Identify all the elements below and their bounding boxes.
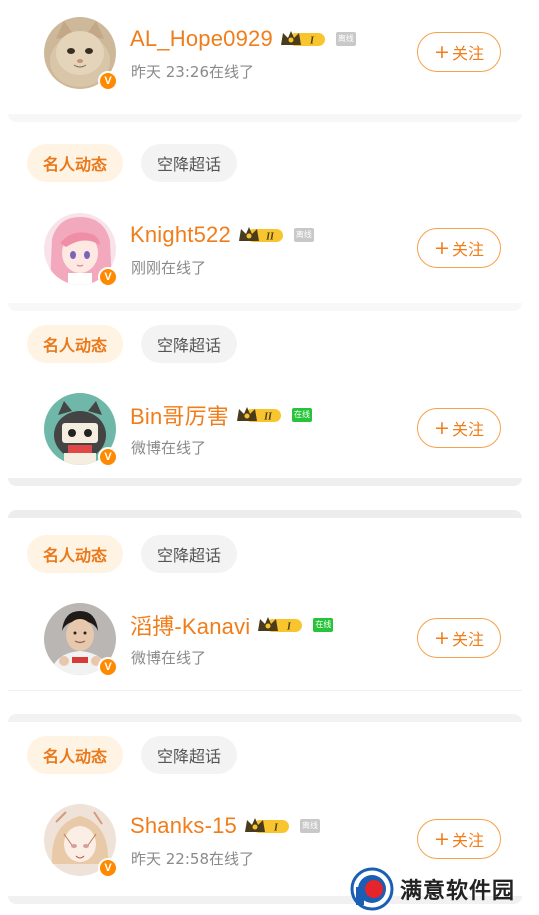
status-badge: 离线 [293,228,314,242]
follow-button[interactable]: + 关注 [417,32,501,72]
app-logo-icon [350,867,394,911]
last-seen-text: 昨天 23:26在线了 [131,63,254,81]
follow-label: 关注 [451,420,484,439]
level-numeral: II [263,412,273,423]
avatar[interactable]: V [44,17,118,91]
crown-level-icon: I [243,816,295,836]
name-line: Shanks-15 I 离线 [130,812,320,840]
last-seen-text: 刚刚在线了 [131,259,207,277]
follow-label: 关注 [451,831,484,850]
card-divider [8,114,522,122]
follow-button[interactable]: + 关注 [417,408,501,448]
verified-badge-icon: V [98,858,118,878]
card-divider [8,478,522,486]
status-badge: 离线 [299,819,320,833]
avatar[interactable]: V [44,213,118,287]
name-line: 滔搏-Kanavi I 在线 [130,609,334,641]
name-line: Bin哥厉害 II 在线 [130,401,312,429]
tag-row: 名人动态 空降超话 [27,325,238,365]
plus-icon: + [434,827,450,850]
username[interactable]: Shanks-15 [130,813,237,839]
user-row[interactable]: V AL_Hope0929 I 离线 昨天 23:26在线了 + 关注 [0,17,539,107]
name-line: AL_Hope0929 I 离线 [130,25,356,53]
tag-row: 名人动态 空降超话 [27,144,238,184]
tag-celebrity-news[interactable]: 名人动态 [27,535,124,573]
username[interactable]: Bin哥厉害 [130,399,229,431]
tag-row: 名人动态 空降超话 [27,736,238,776]
plus-icon: + [434,40,450,63]
last-seen-text: 微博在线了 [131,439,207,457]
avatar[interactable]: V [44,393,118,467]
follow-label: 关注 [451,240,484,259]
user-row[interactable]: V Knight522 II 离线 刚刚在线了 + 关注 [0,213,539,303]
crown-level-icon: I [256,615,308,635]
status-badge: 在线 [292,408,312,422]
tag-celebrity-news[interactable]: 名人动态 [27,325,124,363]
watermark: 满意软件园 [350,864,515,914]
tag-airdrop-topic[interactable]: 空降超话 [141,535,238,573]
tag-celebrity-news[interactable]: 名人动态 [27,144,124,182]
verified-badge-icon: V [98,447,118,467]
tag-airdrop-topic[interactable]: 空降超话 [141,736,238,774]
tag-airdrop-topic[interactable]: 空降超话 [141,144,238,182]
status-badge: 在线 [313,618,334,632]
avatar[interactable]: V [44,804,118,878]
last-seen-text: 微博在线了 [131,649,207,667]
tag-airdrop-topic[interactable]: 空降超话 [141,325,238,363]
follow-button[interactable]: + 关注 [417,618,501,658]
card-divider [8,510,522,518]
watermark-text: 满意软件园 [400,879,516,904]
tag-celebrity-news[interactable]: 名人动态 [27,736,124,774]
verified-badge-icon: V [98,267,118,287]
last-seen-text: 昨天 22:58在线了 [131,850,254,868]
follow-recommendation-feed: V AL_Hope0929 I 离线 昨天 23:26在线了 + 关注 名人动态… [0,0,539,915]
crown-level-icon: II [235,405,287,425]
user-row[interactable]: V 滔搏-Kanavi I 在线 微博在线了 + 关注 [0,603,539,693]
card-divider [8,303,522,311]
divider [8,690,522,691]
plus-icon: + [434,416,450,439]
verified-badge-icon: V [98,71,118,91]
tag-row: 名人动态 空降超话 [27,535,238,575]
crown-level-icon: I [279,29,331,49]
follow-button[interactable]: + 关注 [417,228,501,268]
plus-icon: + [434,626,450,649]
card-divider [8,714,522,722]
follow-button[interactable]: + 关注 [417,819,501,859]
verified-badge-icon: V [98,657,118,677]
username[interactable]: Knight522 [130,222,231,248]
crown-level-icon: II [237,225,289,245]
avatar[interactable]: V [44,603,118,677]
follow-label: 关注 [451,44,484,63]
user-row[interactable]: V Bin哥厉害 II 在线 微博在线了 + 关注 [0,393,539,483]
name-line: Knight522 II 离线 [130,221,314,249]
username[interactable]: AL_Hope0929 [130,26,273,52]
username[interactable]: 滔搏-Kanavi [130,609,250,641]
level-numeral: II [265,232,275,243]
status-badge: 离线 [335,32,356,46]
follow-label: 关注 [451,630,484,649]
plus-icon: + [434,236,450,259]
